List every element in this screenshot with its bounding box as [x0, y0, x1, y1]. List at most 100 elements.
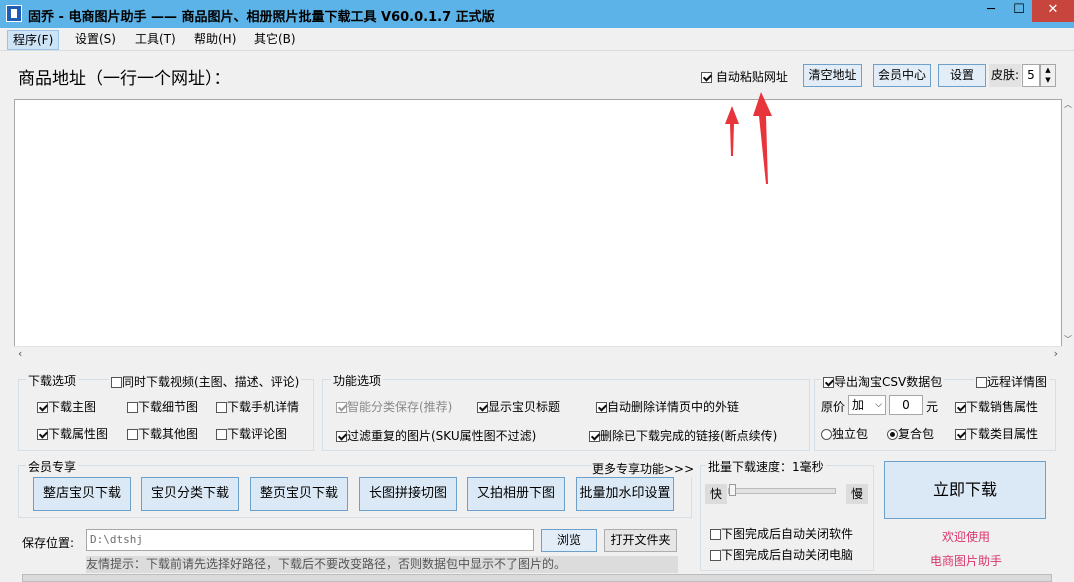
- delete-finished-links-checkbox[interactable]: 删除已下载完成的链接(断点续传): [589, 427, 777, 444]
- check-icon[interactable]: [710, 529, 721, 540]
- download-other-image-checkbox[interactable]: 下载其他图: [127, 425, 198, 442]
- check-icon[interactable]: [336, 402, 347, 413]
- check-icon[interactable]: [955, 402, 966, 413]
- price-value-input[interactable]: 0: [889, 395, 923, 415]
- open-folder-button[interactable]: 打开文件夹: [604, 529, 677, 552]
- option-label: 导出淘宝CSV数据包: [834, 375, 943, 389]
- spin-down-icon[interactable]: ▼: [1041, 75, 1055, 85]
- price-label: 原价: [821, 400, 846, 414]
- menu-settings[interactable]: 设置(S): [70, 30, 121, 48]
- option-label: 下载其他图: [138, 427, 199, 441]
- spin-up-icon[interactable]: ▲: [1041, 65, 1055, 75]
- check-icon[interactable]: [976, 377, 987, 388]
- check-icon[interactable]: [336, 431, 347, 442]
- check-icon[interactable]: [37, 402, 48, 413]
- auto-shutdown-checkbox[interactable]: 下图完成后自动关闭电脑: [710, 546, 853, 563]
- option-label: 删除已下载完成的链接(断点续传): [600, 429, 778, 443]
- check-icon[interactable]: [216, 429, 227, 440]
- whole-shop-download-button[interactable]: 整店宝贝下载: [33, 477, 131, 511]
- radio-icon[interactable]: [821, 429, 832, 440]
- scroll-down-icon[interactable]: ﹀: [1062, 334, 1074, 345]
- download-detail-image-checkbox[interactable]: 下载细节图: [127, 398, 198, 415]
- more-features-link[interactable]: 更多专享功能>>>: [592, 460, 695, 477]
- show-title-checkbox[interactable]: 显示宝贝标题: [477, 398, 560, 415]
- option-label: 下载手机详情: [227, 400, 300, 414]
- combined-pack-radio[interactable]: 复合包: [887, 425, 934, 442]
- check-icon[interactable]: [37, 429, 48, 440]
- annotation-arrow-large: [753, 92, 772, 184]
- auto-paste-check-icon[interactable]: [701, 72, 712, 83]
- member-center-button[interactable]: 会员中心: [873, 64, 931, 87]
- vertical-scrollbar[interactable]: ︿ ﹀: [1062, 99, 1074, 347]
- option-label: 下载评论图: [227, 427, 288, 441]
- single-pack-radio[interactable]: 独立包: [821, 425, 868, 442]
- option-label: 下载销售属性: [966, 400, 1039, 414]
- save-path-input[interactable]: D:\dtshj: [86, 529, 534, 551]
- filter-duplicates-checkbox[interactable]: 过滤重复的图片(SKU属性图不过滤): [336, 427, 536, 444]
- download-main-image-checkbox[interactable]: 下载主图: [37, 398, 96, 415]
- annotation-arrows: [725, 92, 772, 184]
- download-now-button[interactable]: 立即下载: [884, 461, 1046, 519]
- save-location-label: 保存位置:: [22, 536, 75, 550]
- yupoo-album-download-button[interactable]: 又拍相册下图: [467, 477, 565, 511]
- menu-tools[interactable]: 工具(T): [130, 30, 181, 48]
- option-label: 过滤重复的图片(SKU属性图不过滤): [347, 429, 537, 443]
- maximize-button[interactable]: ☐: [1006, 0, 1032, 22]
- download-options-title: 下载选项: [26, 372, 79, 389]
- skin-spinner[interactable]: ▲ ▼: [1040, 64, 1056, 87]
- speed-slider-track[interactable]: [728, 488, 836, 494]
- price-op-select[interactable]: 加 ⌵: [848, 395, 886, 415]
- app-logo-icon: [6, 5, 22, 22]
- skin-value-input[interactable]: 5: [1022, 64, 1040, 87]
- category-download-button[interactable]: 宝贝分类下载: [141, 477, 239, 511]
- download-video-checkbox[interactable]: 同时下载视频(主图、描述、评论): [109, 373, 302, 390]
- category-attr-checkbox[interactable]: 下载类目属性: [955, 425, 1038, 442]
- auto-close-app-checkbox[interactable]: 下图完成后自动关闭软件: [710, 525, 853, 542]
- batch-watermark-button[interactable]: 批量加水印设置: [576, 477, 674, 511]
- radio-icon[interactable]: [887, 429, 898, 440]
- scroll-left-icon[interactable]: ‹: [18, 347, 22, 360]
- sales-attr-checkbox[interactable]: 下载销售属性: [955, 398, 1038, 415]
- url-textarea[interactable]: [14, 99, 1062, 361]
- menu-other[interactable]: 其它(B): [249, 30, 301, 48]
- clear-address-button[interactable]: 清空地址: [803, 64, 862, 87]
- export-csv-checkbox[interactable]: 导出淘宝CSV数据包: [821, 373, 945, 390]
- menu-help[interactable]: 帮助(H): [189, 30, 241, 48]
- option-label: 独立包: [832, 427, 869, 441]
- browse-button[interactable]: 浏览: [541, 529, 597, 552]
- horizontal-scrollbar[interactable]: ‹ ›: [14, 346, 1062, 362]
- close-button[interactable]: ✕: [1032, 0, 1074, 22]
- download-mobile-detail-checkbox[interactable]: 下载手机详情: [216, 398, 299, 415]
- check-icon[interactable]: [477, 402, 488, 413]
- check-icon[interactable]: [589, 431, 600, 442]
- check-icon[interactable]: [955, 429, 966, 440]
- long-image-stitch-button[interactable]: 长图拼接切图: [359, 477, 457, 511]
- member-exclusive-title: 会员专享: [26, 458, 79, 475]
- check-icon[interactable]: [710, 550, 721, 561]
- check-icon[interactable]: [823, 377, 834, 388]
- minimize-button[interactable]: ─: [978, 0, 1004, 22]
- remote-detail-checkbox[interactable]: 远程详情图: [974, 373, 1050, 390]
- check-icon[interactable]: [596, 402, 607, 413]
- download-attr-image-checkbox[interactable]: 下载属性图: [37, 425, 108, 442]
- fast-label: 快: [705, 484, 727, 504]
- remove-external-links-checkbox[interactable]: 自动删除详情页中的外链: [596, 398, 739, 415]
- check-icon[interactable]: [216, 402, 227, 413]
- download-review-image-checkbox[interactable]: 下载评论图: [216, 425, 287, 442]
- auto-paste-checkbox[interactable]: 自动粘贴网址: [701, 68, 788, 85]
- option-label: 复合包: [898, 427, 935, 441]
- skin-label: 皮肤:: [989, 64, 1021, 87]
- speed-title: 批量下载速度：1毫秒: [706, 458, 826, 475]
- check-icon[interactable]: [127, 402, 138, 413]
- menu-program[interactable]: 程序(F): [7, 30, 60, 50]
- welcome-text: 欢迎使用: [942, 530, 991, 544]
- check-icon[interactable]: [127, 429, 138, 440]
- whole-page-download-button[interactable]: 整页宝贝下载: [250, 477, 348, 511]
- scroll-right-icon[interactable]: ›: [1054, 347, 1058, 360]
- scroll-up-icon[interactable]: ︿: [1062, 99, 1074, 110]
- smart-classify-checkbox[interactable]: 智能分类保存(推荐): [336, 398, 452, 415]
- download-video-check-icon[interactable]: [111, 377, 122, 388]
- settings-button[interactable]: 设置: [938, 64, 986, 87]
- speed-slider-thumb[interactable]: [729, 484, 736, 496]
- download-video-label: 同时下载视频(主图、描述、评论): [122, 375, 300, 389]
